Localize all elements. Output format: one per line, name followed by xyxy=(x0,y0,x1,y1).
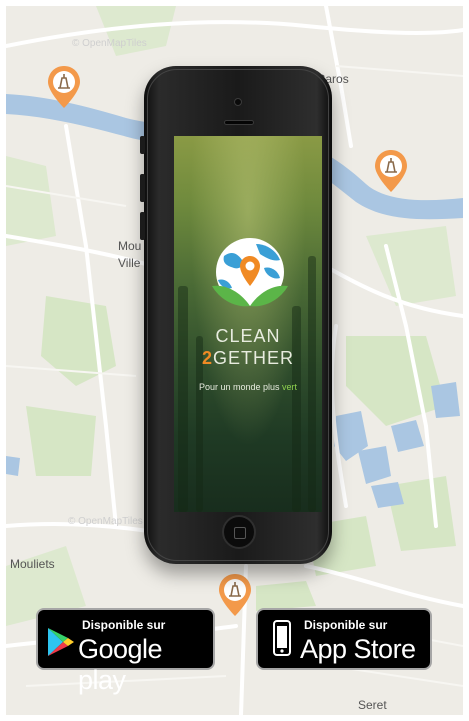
volume-down-button xyxy=(140,212,145,240)
google-badge-big-text: Google play xyxy=(78,634,163,695)
place-label-seret: Seret xyxy=(358,698,387,712)
app-tagline-accent: vert xyxy=(282,382,298,392)
apple-badge-small-text: Disponible sur xyxy=(304,618,388,632)
google-badge-small-text: Disponible sur xyxy=(82,618,166,632)
volume-up-button xyxy=(140,174,145,202)
app-title-rest: GETHER xyxy=(213,348,295,368)
app-title-line1: CLEAN xyxy=(215,326,281,346)
place-label-ville: Ville xyxy=(118,256,141,270)
place-label-mou: Mou xyxy=(118,239,142,253)
app-tagline-main: Pour un monde plus xyxy=(198,382,283,392)
mute-switch xyxy=(140,136,145,154)
map-watermark-top: © OpenMapTiles xyxy=(72,38,147,49)
google-play-icon xyxy=(48,628,74,656)
place-label-mouliets: Mouliets xyxy=(10,557,55,571)
smartphone-mockup: CLEAN 2GETHER Pour un monde plus vert xyxy=(140,66,332,564)
app-title-line2: 2GETHER xyxy=(174,348,322,369)
apple-badge-big-text: App Store xyxy=(300,634,416,664)
earpiece-speaker xyxy=(224,120,254,125)
litter-location-pin-icon[interactable] xyxy=(373,148,409,194)
map-watermark-bottom: © OpenMapTiles xyxy=(68,516,143,527)
clean2gether-logo-icon xyxy=(212,238,288,307)
front-camera xyxy=(234,98,242,106)
app-tagline: Pour un monde plus vert xyxy=(174,382,322,392)
app-title-number: 2 xyxy=(201,348,213,368)
home-button[interactable] xyxy=(222,515,256,549)
phone-icon xyxy=(273,620,291,656)
litter-location-pin-icon[interactable] xyxy=(217,572,253,618)
promo-frame: © OpenMapTiles © OpenMapTiles Le Caros M… xyxy=(6,6,463,715)
litter-location-pin-icon[interactable] xyxy=(46,64,82,110)
google-play-badge-button[interactable]: Disponible sur Google play xyxy=(36,608,215,695)
app-store-badge-button[interactable]: Disponible sur App Store xyxy=(256,608,432,670)
app-splash-screen[interactable]: CLEAN 2GETHER Pour un monde plus vert xyxy=(174,136,322,512)
